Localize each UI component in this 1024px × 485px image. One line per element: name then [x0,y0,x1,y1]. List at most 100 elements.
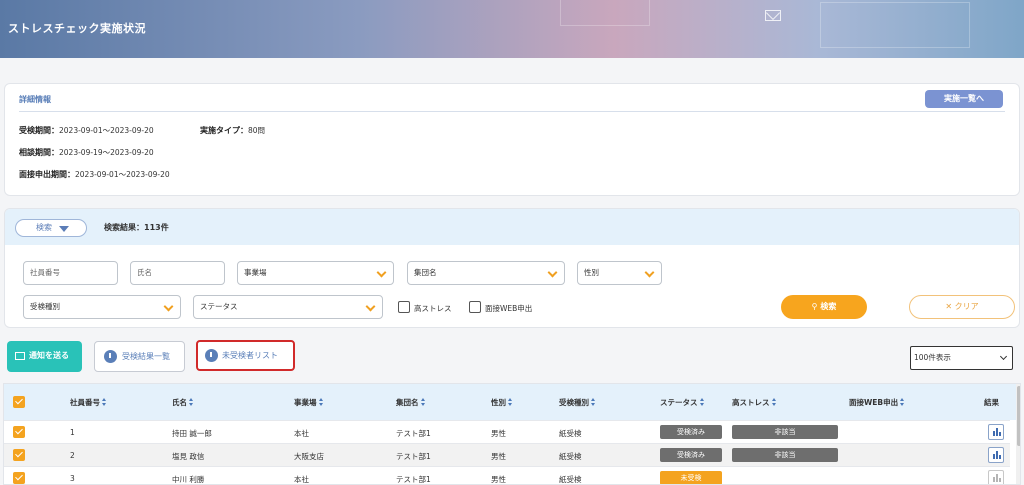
interview-web-label: 面接WEB申出 [485,304,533,313]
cell-employee-no: 2 [70,451,75,460]
result-chart-button[interactable] [988,470,1004,484]
download-icon [104,350,117,363]
chart-icon [999,455,1001,459]
scrollbar-thumb[interactable] [1017,386,1020,446]
sort-icon [189,398,194,406]
cell-name: 塩見 政信 [172,452,205,461]
row-checkbox[interactable] [13,426,25,438]
column-exam-type[interactable]: 受検種別 [559,397,596,408]
table-scrollbar[interactable] [1016,384,1020,484]
status-select-value: ステータス [200,302,238,311]
interview-web-checkbox[interactable] [469,301,481,313]
chevron-down-icon [999,352,1008,361]
high-stress-badge: 非該当 [732,425,838,439]
cell-office: 大阪支店 [294,452,324,461]
type-label: 実施タイプ： [200,126,248,135]
cell-exam-type: 紙受検 [559,475,582,484]
detail-panel: 詳細情報 実施一覧へ 受検期間：2023-09-01～2023-09-20 実施… [4,83,1020,196]
cell-gender: 男性 [491,429,506,438]
cell-office: 本社 [294,475,309,484]
column-office[interactable]: 事業場 [294,397,324,408]
consult-period: 相談期間：2023-09-19～2023-09-20 [19,147,154,158]
select-all-checkbox[interactable] [13,396,25,408]
search-bar: 検索 検索結果：113件 [5,209,1019,245]
cell-name: 持田 誠一郎 [172,429,212,438]
page-header: ストレスチェック実施状況 [0,0,1024,58]
high-stress-checkbox[interactable] [398,301,410,313]
chevron-down-icon [163,301,174,312]
send-notification-button[interactable]: 通知を送る [7,341,82,372]
cell-employee-no: 3 [70,474,75,483]
table-row[interactable]: 1 持田 誠一郎 本社 テスト部1 男性 紙受検 受検済み 非該当 [4,420,1010,443]
mail-icon [15,352,25,360]
chart-icon [993,431,995,436]
column-exam-type-label: 受検種別 [559,398,589,407]
column-gender[interactable]: 性別 [491,397,513,408]
divider [19,111,1005,112]
close-icon: ✕ [945,302,955,311]
cell-group: テスト部1 [396,475,431,484]
column-interview-web-label: 面接WEB申出 [849,398,899,407]
search-panel: 検索 検索結果：113件 社員番号 氏名 事業場 集団名 性別 受検種別 ステー… [4,208,1020,328]
group-select[interactable]: 集団名 [407,261,565,285]
column-status[interactable]: ステータス [660,397,705,408]
implementation-list-button[interactable]: 実施一覧へ [925,90,1003,108]
clear-button-label: クリア [954,302,979,311]
column-status-label: ステータス [660,398,698,407]
result-chart-button[interactable] [988,447,1004,463]
sort-icon [591,398,596,406]
result-chart-button[interactable] [988,424,1004,440]
exam-results-list-button[interactable]: 受検結果一覧 [94,341,185,372]
chart-icon [999,478,1001,482]
column-employee-no[interactable]: 社員番号 [70,397,107,408]
section-title: 詳細情報 [19,95,51,104]
table-row[interactable]: 3 中川 利勝 本社 テスト部1 男性 紙受検 未受検 [4,466,1010,484]
cell-name: 中川 利勝 [172,475,205,484]
row-checkbox[interactable] [13,472,25,484]
status-badge: 受検済み [660,425,722,439]
sort-icon [102,398,107,406]
table-row[interactable]: 2 塩見 政信 大阪支店 テスト部1 男性 紙受検 受検済み 非該当 [4,443,1010,466]
search-button[interactable]: ⚲ 検索 [781,295,867,319]
high-stress-label: 高ストレス [414,304,452,313]
gender-select[interactable]: 性別 [577,261,662,285]
row-checkbox[interactable] [13,449,25,461]
header-decoration [820,2,970,48]
chevron-down-icon [644,267,655,278]
chevron-down-icon [376,267,387,278]
status-select[interactable]: ステータス [193,295,383,319]
column-gender-label: 性別 [491,398,506,407]
unexamined-list-button[interactable]: 未受検者リスト [196,340,295,371]
search-result-count: 検索結果：113件 [104,223,169,232]
consult-period-value: 2023-09-19～2023-09-20 [59,148,154,157]
cell-group: テスト部1 [396,429,431,438]
examinee-table: 社員番号 氏名 事業場 集団名 性別 受検種別 ステータス 高ストレス 面接WE… [3,383,1021,485]
exam-type-select[interactable]: 受検種別 [23,295,181,319]
column-employee-no-label: 社員番号 [70,398,100,407]
sort-icon [508,398,513,406]
search-toggle-label: 検索 [36,223,52,232]
mail-icon [765,10,781,21]
type-value: 80問 [248,126,266,135]
interview-period: 面接申出期間：2023-09-01～2023-09-20 [19,169,170,180]
column-high-stress[interactable]: 高ストレス [732,397,777,408]
sort-icon [699,398,705,406]
header-decoration [560,0,650,26]
sort-icon [318,398,324,406]
column-group-label: 集団名 [396,398,419,407]
clear-button[interactable]: ✕ クリア [909,295,1015,319]
employee-number-input[interactable]: 社員番号 [23,261,118,285]
chart-icon [993,477,995,482]
per-page-select[interactable]: 100件表示 [910,346,1013,370]
cell-employee-no: 1 [70,428,75,437]
column-name[interactable]: 氏名 [172,397,194,408]
column-group[interactable]: 集団名 [396,397,426,408]
sort-icon [420,398,426,406]
cell-gender: 男性 [491,475,506,484]
office-select[interactable]: 事業場 [237,261,394,285]
search-toggle-button[interactable]: 検索 [15,219,87,237]
status-badge: 未受検 [660,471,722,484]
high-stress-badge: 非該当 [732,448,838,462]
column-interview-web[interactable]: 面接WEB申出 [849,397,905,408]
name-input[interactable]: 氏名 [130,261,225,285]
